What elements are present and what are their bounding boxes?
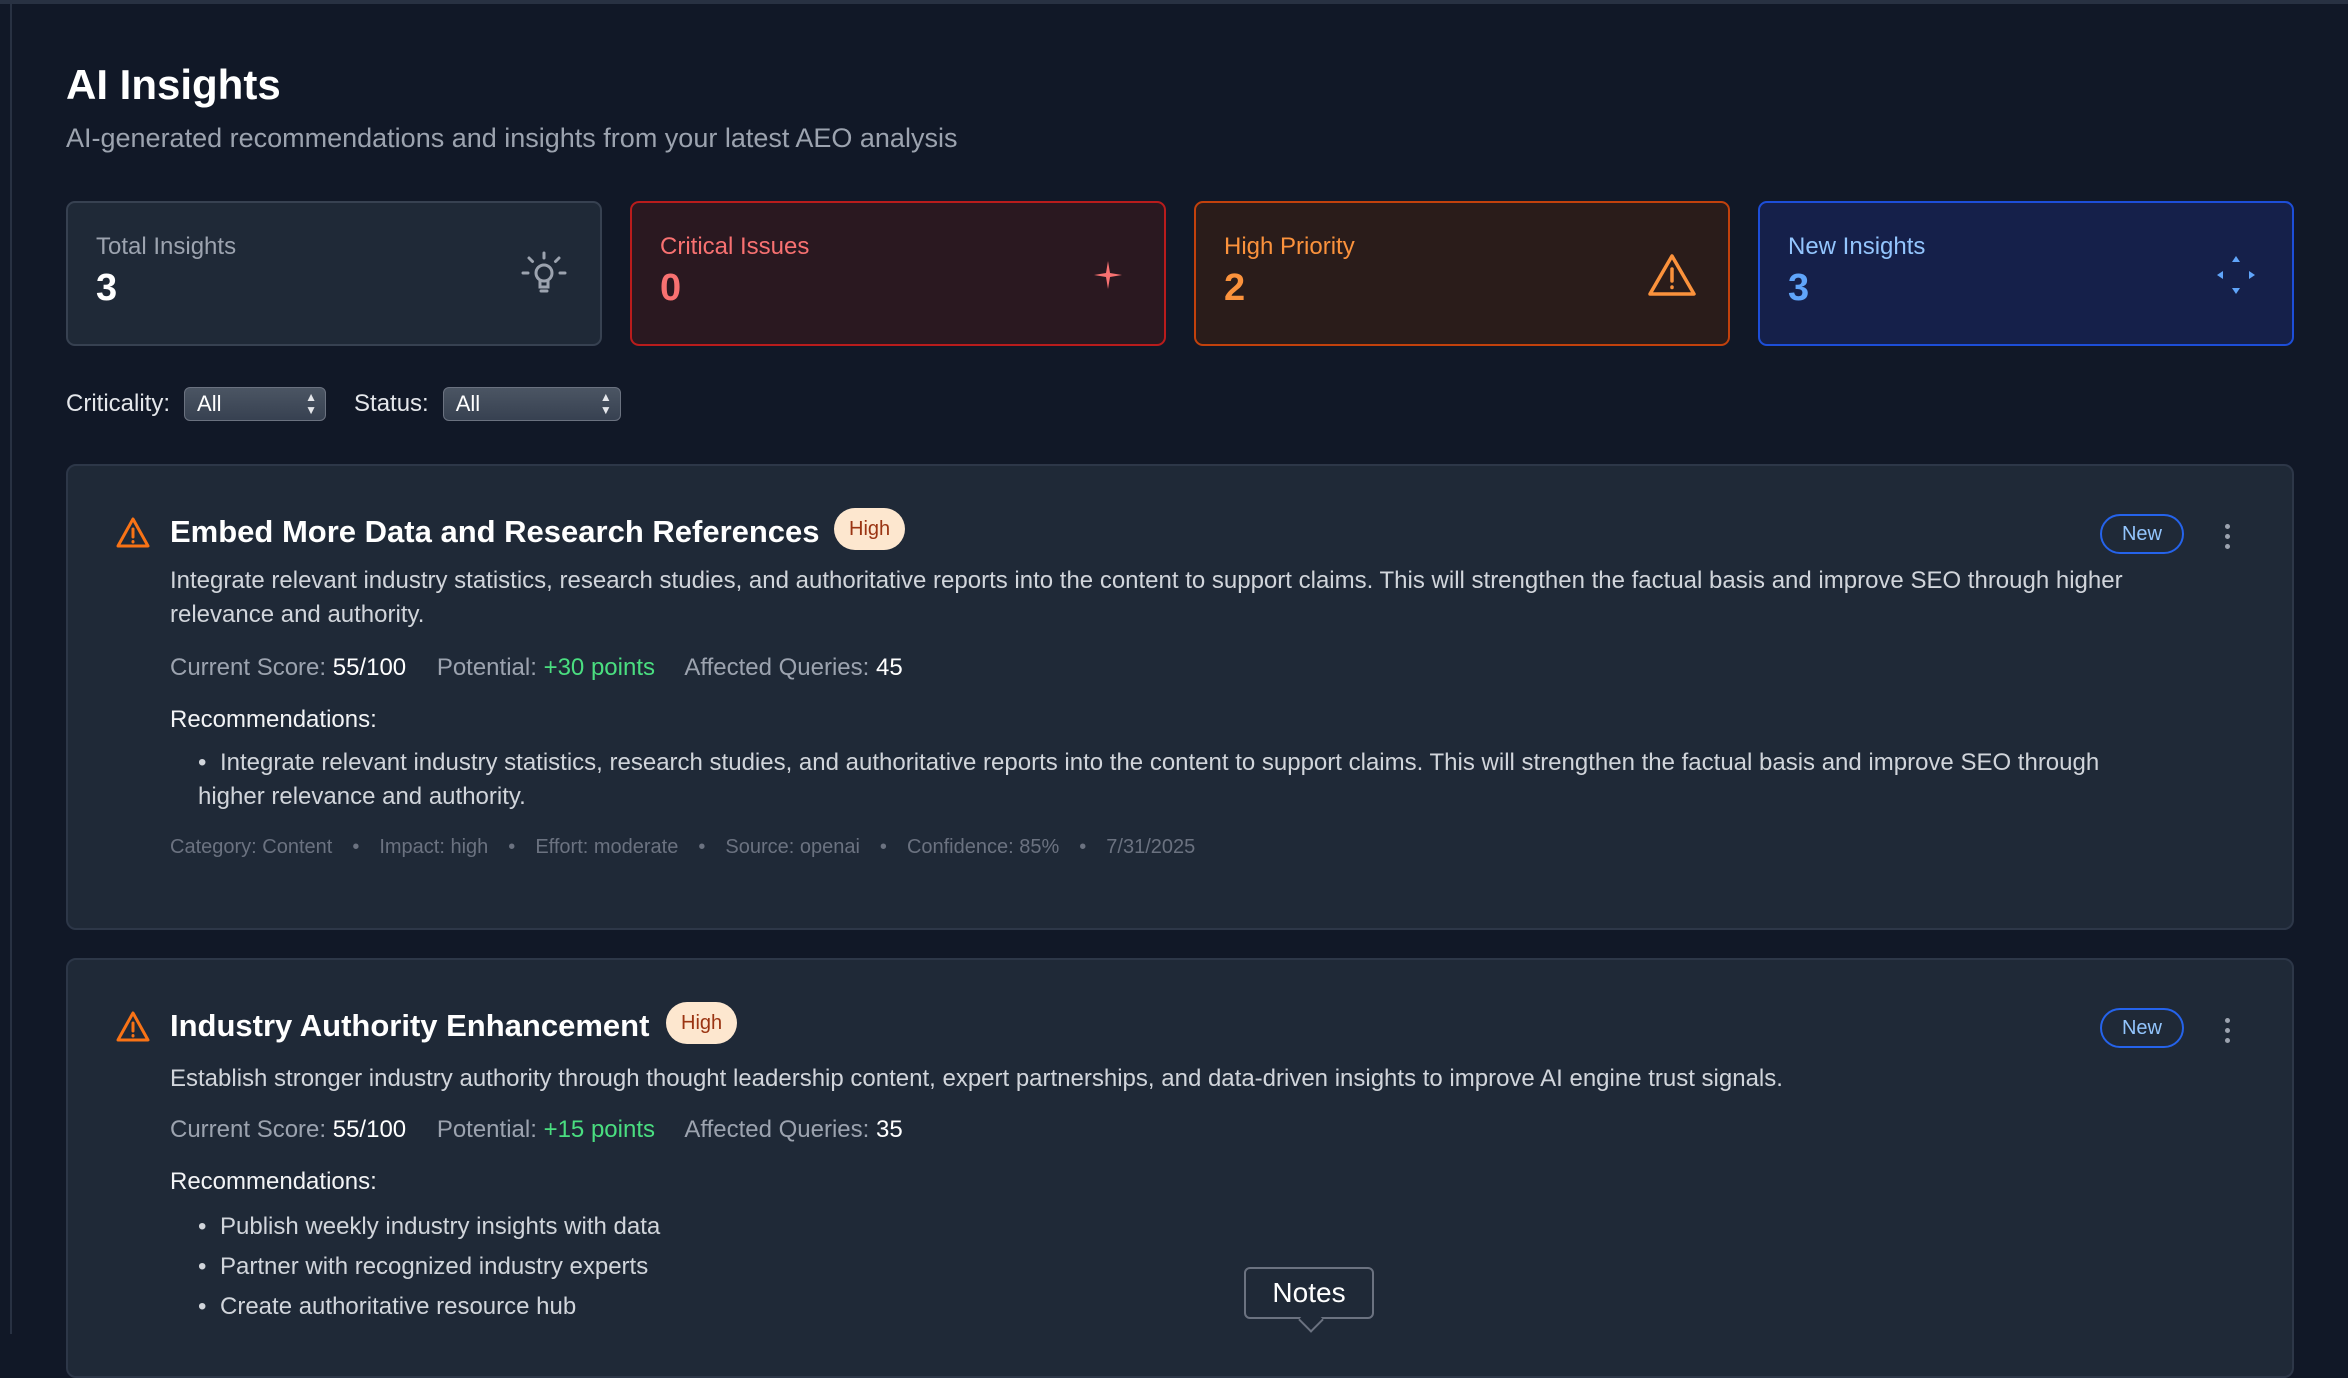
- affected-queries-value: 45: [876, 654, 903, 681]
- metric-label: Affected Queries:: [684, 654, 870, 681]
- select-arrows-icon: ▲ ▼: [305, 390, 318, 417]
- list-item: Integrate relevant industry statistics, …: [198, 746, 2158, 814]
- status-select-value: All: [455, 391, 481, 416]
- status-select[interactable]: All ▲ ▼: [442, 387, 621, 421]
- stat-card-new: New Insights 3: [1758, 201, 2294, 346]
- move-arrows-icon: [2208, 247, 2264, 303]
- stat-label: Critical Issues: [660, 233, 810, 260]
- insight-card: Industry Authority Enhancement High New …: [66, 958, 2294, 1378]
- more-options-icon[interactable]: [2220, 524, 2234, 554]
- stat-card-critical: Critical Issues 0: [630, 201, 1166, 346]
- stat-value: 3: [1788, 267, 1810, 309]
- notes-tooltip: Notes: [1244, 1267, 1374, 1319]
- insight-title: Embed More Data and Research References: [170, 514, 820, 549]
- criticality-select[interactable]: All ▲ ▼: [184, 387, 327, 421]
- recommendations-list: Publish weekly industry insights with da…: [198, 1210, 2178, 1330]
- select-arrows-icon: ▲ ▼: [599, 390, 612, 417]
- recommendations-heading: Recommendations:: [170, 706, 377, 733]
- status-filter-label: Status:: [354, 390, 429, 417]
- recommendations-list: Integrate relevant industry statistics, …: [198, 746, 2158, 821]
- stat-value: 2: [1224, 267, 1246, 309]
- current-score-value: 55/100: [332, 1116, 407, 1143]
- stat-label: New Insights: [1788, 233, 1926, 260]
- stat-card-high-priority: High Priority 2: [1194, 201, 1730, 346]
- stat-value: 0: [660, 267, 682, 309]
- stat-value: 3: [96, 267, 118, 309]
- lightbulb-icon: [516, 247, 572, 303]
- metric-label: Affected Queries:: [684, 1116, 870, 1143]
- current-score-value: 55/100: [332, 654, 407, 681]
- warning-triangle-icon: [1644, 247, 1700, 303]
- recommendations-heading: Recommendations:: [170, 1168, 377, 1195]
- metric-label: Current Score:: [170, 1116, 327, 1143]
- criticality-filter-label: Criticality:: [66, 390, 171, 417]
- list-item: Partner with recognized industry experts: [198, 1250, 2178, 1284]
- page-title: AI Insights: [66, 61, 281, 108]
- meta-source: Source: openai: [725, 836, 860, 858]
- potential-value: +15 points: [543, 1116, 655, 1143]
- list-item: Create authoritative resource hub: [198, 1290, 2178, 1324]
- insight-description: Establish stronger industry authority th…: [170, 1065, 1783, 1092]
- status-badge[interactable]: New: [2100, 514, 2184, 554]
- meta-date: 7/31/2025: [1106, 836, 1196, 858]
- meta-category: Category: Content: [170, 836, 333, 858]
- sparkle-icon: [1080, 247, 1136, 303]
- sidebar-edge: [10, 4, 12, 1334]
- metric-label: Potential:: [436, 654, 537, 681]
- potential-value: +30 points: [543, 654, 655, 681]
- filters-bar: Criticality: All ▲ ▼ Status: All ▲ ▼: [66, 384, 649, 424]
- criticality-select-value: All: [197, 391, 222, 416]
- stats-row: Total Insights 3 Critical Issues 0 High …: [66, 201, 2294, 346]
- meta-confidence: Confidence: 85%: [906, 836, 1060, 858]
- main-content: AI Insights AI-generated recommendations…: [66, 0, 2294, 1378]
- metric-label: Current Score:: [170, 654, 327, 681]
- meta-effort: Effort: moderate: [535, 836, 679, 858]
- metric-label: Potential:: [436, 1116, 537, 1143]
- insight-metrics: Current Score: 55/100 Potential: +30 poi…: [170, 654, 927, 682]
- stat-label: High Priority: [1224, 233, 1355, 260]
- stat-label: Total Insights: [96, 233, 237, 260]
- page-subtitle: AI-generated recommendations and insight…: [66, 123, 958, 153]
- warning-icon: [114, 1008, 152, 1046]
- insight-title: Industry Authority Enhancement: [170, 1008, 650, 1043]
- affected-queries-value: 35: [876, 1116, 903, 1143]
- insight-description: Integrate relevant industry statistics, …: [170, 567, 2123, 628]
- more-options-icon[interactable]: [2220, 1018, 2234, 1048]
- list-item: Publish weekly industry insights with da…: [198, 1210, 2178, 1244]
- insight-meta: Category: Content • Impact: high • Effort: m…: [170, 836, 1196, 858]
- stat-card-total: Total Insights 3: [66, 201, 602, 346]
- priority-badge: High: [666, 1002, 738, 1044]
- status-badge[interactable]: New: [2100, 1008, 2184, 1048]
- warning-icon: [114, 514, 152, 552]
- meta-impact: Impact: high: [379, 836, 489, 858]
- insight-metrics: Current Score: 55/100 Potential: +15 poi…: [170, 1116, 927, 1144]
- priority-badge: High: [834, 508, 906, 550]
- insight-card: Embed More Data and Research References …: [66, 464, 2294, 930]
